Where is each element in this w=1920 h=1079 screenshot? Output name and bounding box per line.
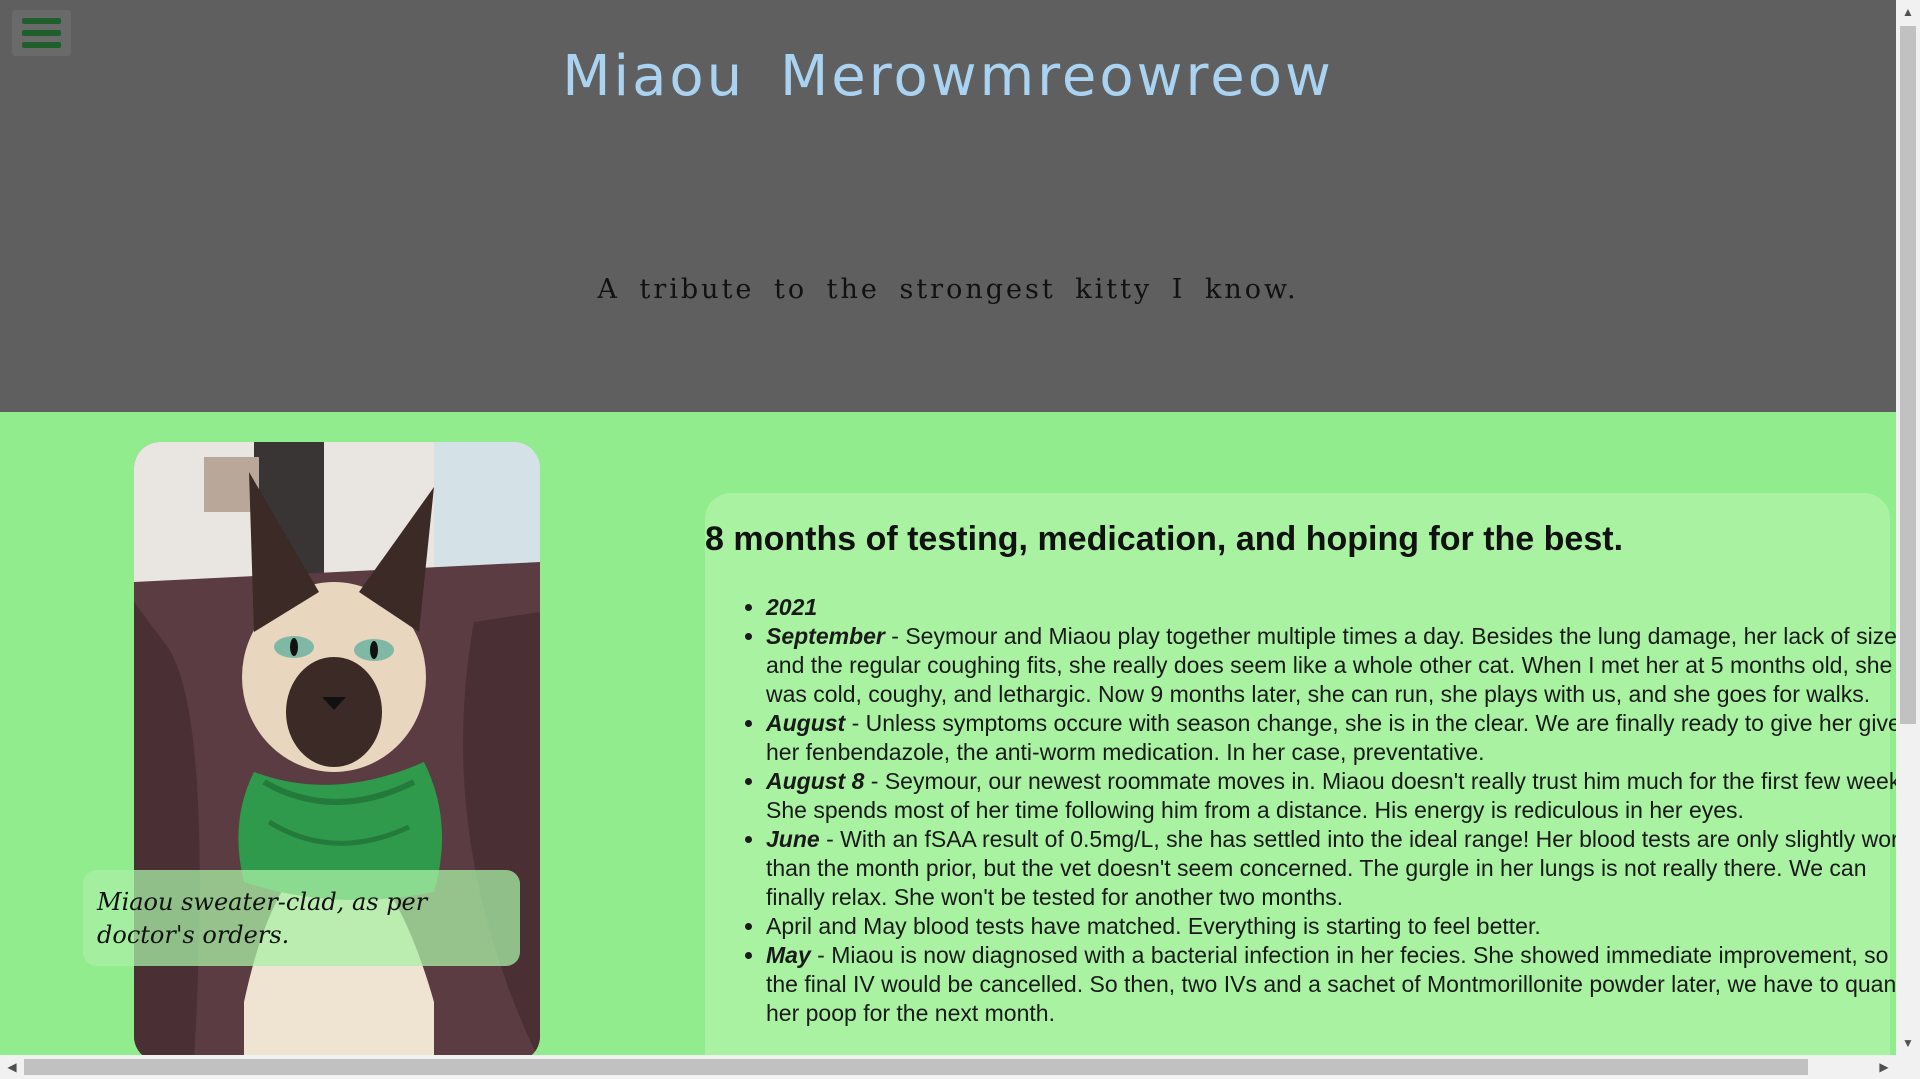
timeline-item: June - With an fSAA result of 0.5mg/L, s…	[766, 825, 1896, 912]
timeline-text: - Miaou is now diagnosed with a bacteria…	[766, 942, 1896, 1026]
menu-bar	[22, 30, 61, 36]
timeline-item: August 8 - Seymour, our newest roommate …	[766, 767, 1896, 825]
page: Miaou Merowmreowreow A tribute to the st…	[0, 0, 1896, 1055]
timeline-date: 2021	[766, 594, 818, 620]
horizontal-scrollbar[interactable]: ◀ ▶	[0, 1055, 1920, 1079]
timeline-item: 2021	[766, 593, 1896, 622]
scroll-left-icon[interactable]: ◀	[0, 1055, 24, 1079]
tagline: A tribute to the strongest kitty I know.	[597, 274, 1299, 305]
timeline-text: April and May blood tests have matched. …	[766, 913, 1541, 939]
site-header: Miaou Merowmreowreow A tribute to the st…	[0, 0, 1896, 412]
timeline-text: - Seymour and Miaou play together multip…	[766, 623, 1896, 707]
timeline-text: - Seymour, our newest roommate moves in.…	[766, 768, 1896, 823]
scroll-up-icon[interactable]: ▲	[1896, 0, 1920, 24]
scroll-down-icon[interactable]: ▼	[1896, 1031, 1920, 1055]
timeline-text: - With an fSAA result of 0.5mg/L, she ha…	[766, 826, 1896, 910]
timeline-item: May - Miaou is now diagnosed with a bact…	[766, 941, 1896, 1028]
timeline-item: September - Seymour and Miaou play toget…	[766, 622, 1896, 709]
timeline-date: September	[766, 623, 885, 649]
timeline-item: August - Unless symptoms occure with sea…	[766, 709, 1896, 767]
timeline-text: - Unless symptoms occure with season cha…	[766, 710, 1896, 765]
menu-bar	[22, 18, 61, 24]
timeline-date: May	[766, 942, 811, 968]
horizontal-scroll-thumb[interactable]	[24, 1059, 1808, 1075]
content-heading: 8 months of testing, medication, and hop…	[705, 520, 1624, 558]
timeline-date: June	[766, 826, 820, 852]
photo-caption: Miaou sweater-clad, as per doctor's orde…	[83, 870, 520, 966]
site-title: Miaou Merowmreowreow	[562, 44, 1334, 109]
scroll-right-icon[interactable]: ▶	[1872, 1055, 1896, 1079]
timeline-item: April and May blood tests have matched. …	[766, 912, 1896, 941]
timeline-date: August 8	[766, 768, 865, 794]
vertical-scrollbar[interactable]: ▲ ▼	[1896, 0, 1920, 1055]
timeline-list: 2021September - Seymour and Miaou play t…	[725, 593, 1896, 1028]
vertical-scroll-thumb[interactable]	[1900, 26, 1916, 724]
timeline-date: August	[766, 710, 846, 736]
